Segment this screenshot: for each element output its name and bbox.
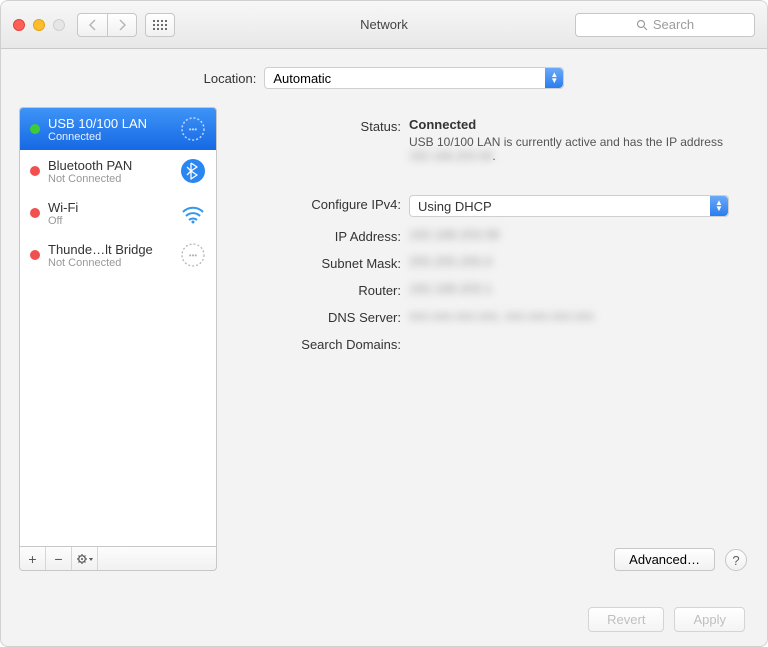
service-text: USB 10/100 LAN Connected [48,116,170,143]
configure-ipv4-label: Configure IPv4: [231,195,409,217]
status-dot-connected-icon [30,124,40,134]
search-icon [636,19,648,31]
traffic-lights [13,19,65,31]
bluetooth-icon [178,156,208,186]
chevron-left-icon [88,19,98,31]
search-domains-label: Search Domains: [231,335,409,352]
grid-icon [153,20,167,30]
subnet-mask-value: 255.255.255.0 [409,254,492,269]
sidebar-footer: + − [19,547,217,571]
subnet-mask-label: Subnet Mask: [231,254,409,271]
back-button[interactable] [77,13,107,37]
configure-ipv4-select[interactable]: Using DHCP ▲▼ [409,195,729,217]
zoom-window-button[interactable] [53,19,65,31]
thunderbolt-bridge-icon: ••• [178,240,208,270]
router-label: Router: [231,281,409,298]
add-service-button[interactable]: + [20,547,46,570]
ip-address-row: IP Address: 192.168.203.58 [231,227,731,244]
minimize-window-button[interactable] [33,19,45,31]
network-preferences-window: Network Search Location: Automatic ▲▼ US… [0,0,768,647]
service-status: Not Connected [48,173,170,185]
svg-text:•••: ••• [189,125,198,134]
service-item-bluetooth-pan[interactable]: Bluetooth PAN Not Connected [20,150,216,192]
titlebar: Network Search [1,1,767,49]
dns-server-label: DNS Server: [231,308,409,325]
service-item-usb-lan[interactable]: USB 10/100 LAN Connected ••• [20,108,216,150]
search-field[interactable]: Search [575,13,755,37]
service-item-thunderbolt-bridge[interactable]: Thunde…lt Bridge Not Connected ••• [20,234,216,276]
body: USB 10/100 LAN Connected ••• Bluetooth P… [1,107,767,589]
gear-dropdown-icon [76,553,94,565]
service-action-menu[interactable] [72,547,98,570]
service-status: Off [48,215,170,227]
service-text: Thunde…lt Bridge Not Connected [48,242,170,269]
status-dot-disconnected-icon [30,250,40,260]
service-name: Wi-Fi [48,200,170,215]
footer-buttons: Revert Apply [588,607,745,632]
close-window-button[interactable] [13,19,25,31]
service-list[interactable]: USB 10/100 LAN Connected ••• Bluetooth P… [19,107,217,547]
search-domains-row: Search Domains: [231,335,731,352]
service-status: Not Connected [48,257,170,269]
location-row: Location: Automatic ▲▼ [1,49,767,107]
help-button[interactable]: ? [725,549,747,571]
service-status: Connected [48,131,170,143]
help-icon: ? [732,553,739,568]
wifi-icon [178,198,208,228]
service-text: Wi-Fi Off [48,200,170,227]
chevron-right-icon [117,19,127,31]
service-name: USB 10/100 LAN [48,116,170,131]
service-item-wifi[interactable]: Wi-Fi Off [20,192,216,234]
location-label: Location: [204,71,257,86]
status-dot-disconnected-icon [30,166,40,176]
nav-buttons [77,13,137,37]
revert-button[interactable]: Revert [588,607,664,632]
status-dot-disconnected-icon [30,208,40,218]
forward-button[interactable] [107,13,137,37]
sidebar: USB 10/100 LAN Connected ••• Bluetooth P… [19,107,217,571]
detail-pane: Status: Connected USB 10/100 LAN is curr… [231,107,749,571]
advanced-button[interactable]: Advanced… [614,548,715,571]
location-value: Automatic [273,71,331,86]
status-value: Connected [409,117,731,132]
configure-ipv4-row: Configure IPv4: Using DHCP ▲▼ [231,195,731,217]
service-name: Bluetooth PAN [48,158,170,173]
select-arrows-icon: ▲▼ [545,68,563,88]
show-all-button[interactable] [145,13,175,37]
remove-service-button[interactable]: − [46,547,72,570]
status-description: USB 10/100 LAN is currently active and h… [409,135,731,163]
subnet-mask-row: Subnet Mask: 255.255.255.0 [231,254,731,271]
ip-address-value: 192.168.203.58 [409,227,499,242]
select-arrows-icon: ▲▼ [710,196,728,216]
dns-server-value: xxx.xxx.xxx.xxx, xxx.xxx.xxx.xxx [409,308,594,323]
svg-text:•••: ••• [189,251,198,260]
status-label: Status: [231,117,409,163]
router-value: 192.168.203.1 [409,281,492,296]
apply-button[interactable]: Apply [674,607,745,632]
router-row: Router: 192.168.203.1 [231,281,731,298]
search-placeholder: Search [653,17,694,32]
configure-ipv4-value: Using DHCP [418,199,492,214]
ip-address-label: IP Address: [231,227,409,244]
service-text: Bluetooth PAN Not Connected [48,158,170,185]
service-name: Thunde…lt Bridge [48,242,170,257]
status-row: Status: Connected USB 10/100 LAN is curr… [231,117,731,163]
ethernet-icon: ••• [178,114,208,144]
location-select[interactable]: Automatic ▲▼ [264,67,564,89]
dns-server-row: DNS Server: xxx.xxx.xxx.xxx, xxx.xxx.xxx… [231,308,731,325]
